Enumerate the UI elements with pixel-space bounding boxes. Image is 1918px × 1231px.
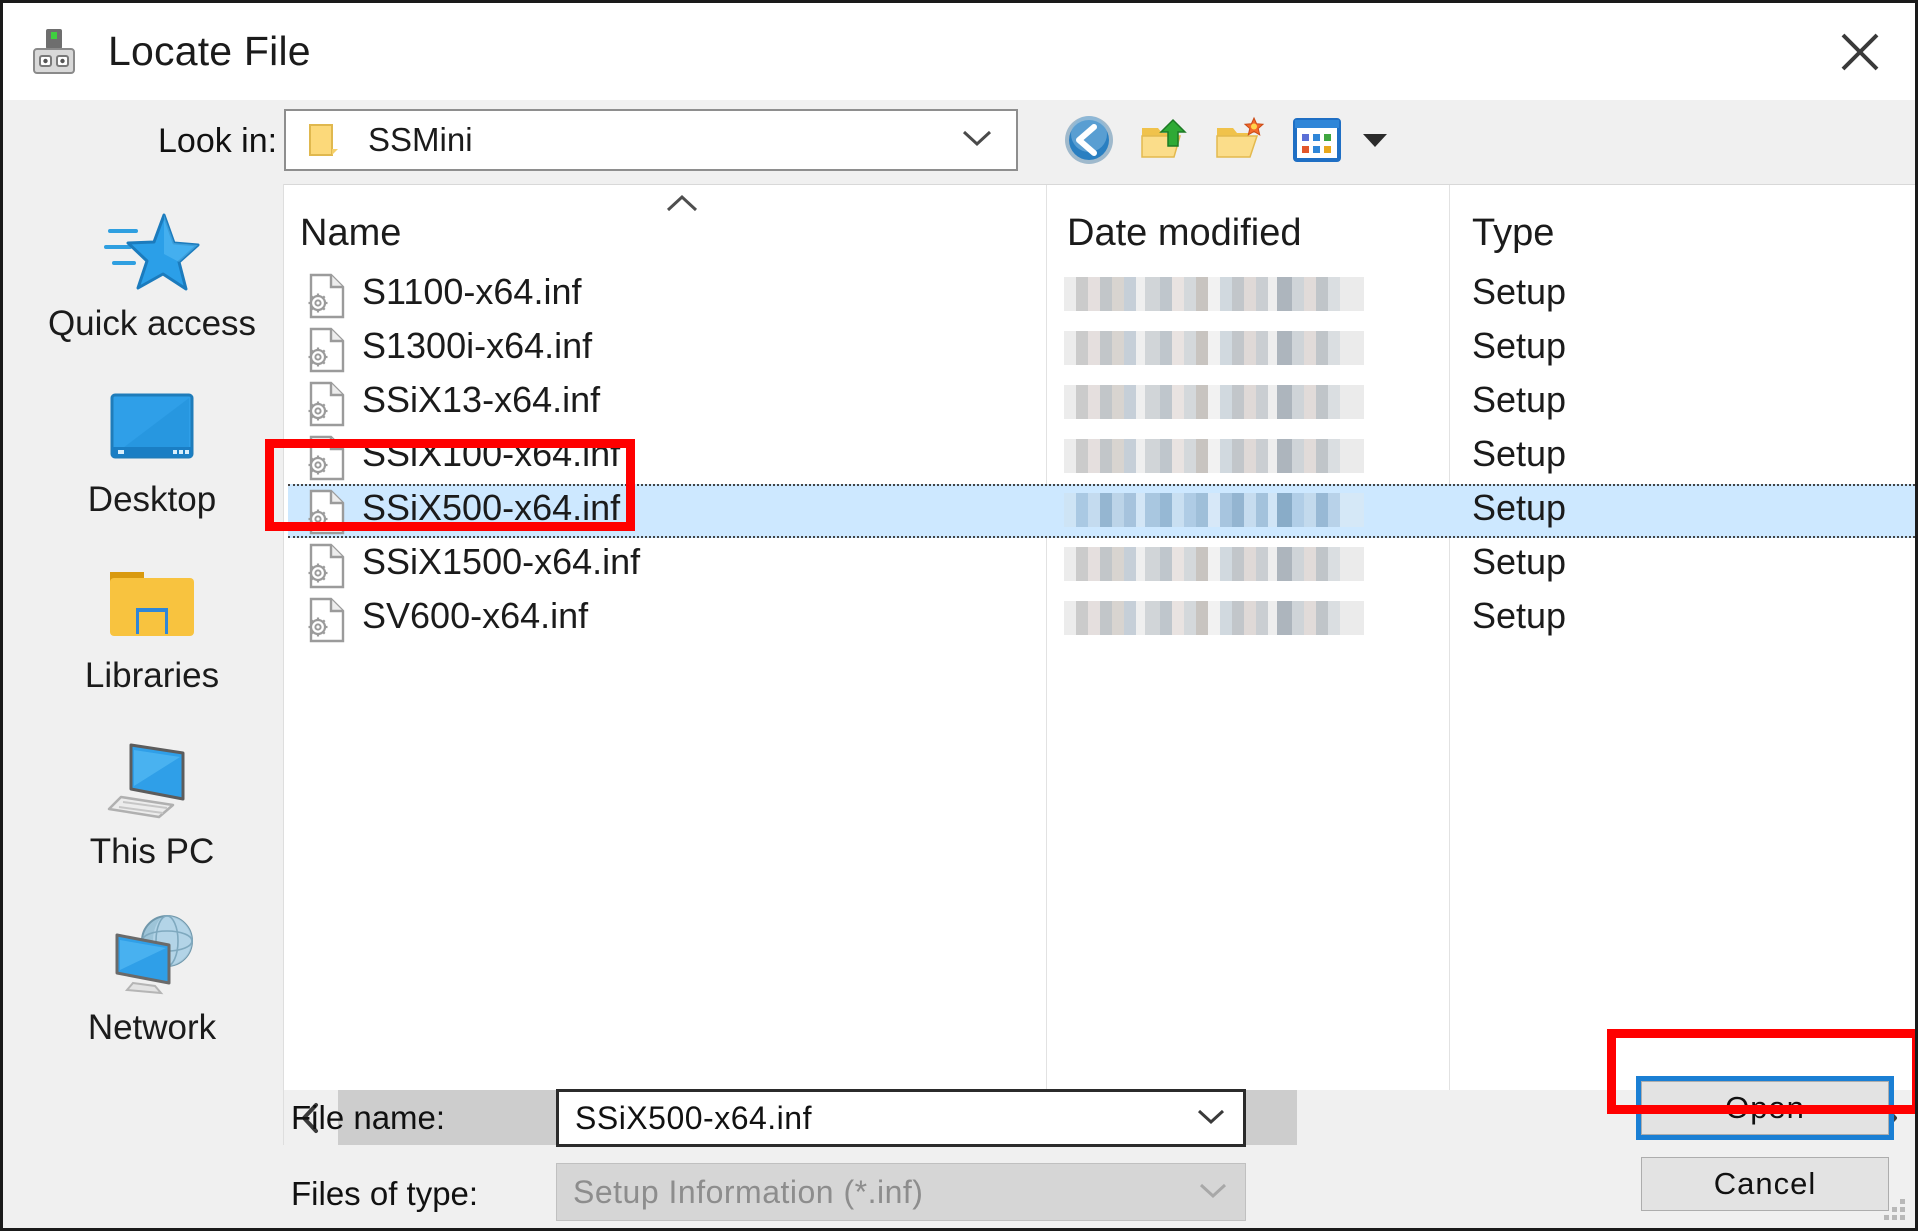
file-type-cell: Setup	[1472, 487, 1567, 528]
caret-down-icon	[1363, 134, 1387, 147]
inf-file-icon	[306, 543, 348, 589]
dialog-toolbar	[1051, 106, 1395, 174]
page-title: Locate File	[108, 28, 311, 74]
file-list-panel[interactable]: Name Date modified Type S1100-x64.inf Se…	[284, 184, 1915, 1145]
folder-icon	[308, 123, 346, 157]
date-modified-cell-redacted	[1064, 601, 1364, 635]
date-modified-cell-redacted	[1064, 547, 1364, 581]
dialog-body: Look in: SSMini Quick access Desktop Lib…	[3, 100, 1915, 1228]
file-name-cell: SSiX13-x64.inf	[362, 379, 601, 420]
new-folder-button[interactable]	[1203, 106, 1279, 174]
files-of-type-label: Files of type:	[291, 1175, 479, 1212]
date-modified-cell-redacted	[1064, 277, 1364, 311]
title-bar: Locate File	[3, 3, 1915, 100]
file-name-cell: SSiX1500-x64.inf	[362, 541, 641, 582]
table-row[interactable]: S1300i-x64.inf Setup	[284, 322, 1915, 376]
sort-ascending-chevron-icon	[662, 191, 702, 220]
file-name-cell: SSiX500-x64.inf	[362, 487, 621, 528]
close-icon	[1841, 33, 1879, 70]
network-globe-icon	[103, 908, 201, 1004]
views-dropdown-button[interactable]	[1355, 106, 1395, 174]
up-one-level-button[interactable]	[1127, 106, 1203, 174]
sidebar-item-label: Libraries	[84, 656, 220, 695]
inf-file-icon	[306, 435, 348, 481]
inf-file-icon	[306, 327, 348, 373]
file-type-cell: Setup	[1472, 379, 1567, 420]
back-button[interactable]	[1051, 106, 1127, 174]
chevron-down-icon[interactable]	[1195, 1106, 1227, 1131]
table-row[interactable]: SSiX13-x64.inf Setup	[284, 376, 1915, 430]
file-name-input[interactable]: SSiX500-x64.inf	[556, 1089, 1246, 1147]
locate-file-dialog: Locate File Look in: SSMini Quick access…	[0, 0, 1918, 1231]
chevron-down-icon[interactable]	[960, 127, 994, 154]
file-type-cell: Setup	[1472, 433, 1567, 474]
look-in-combobox[interactable]: SSMini	[284, 109, 1018, 171]
sidebar-item-network[interactable]: Network	[21, 908, 283, 1083]
inf-file-icon	[306, 489, 348, 535]
sidebar-item-this-pc[interactable]: This PC	[21, 732, 283, 907]
files-of-type-value: Setup Information (*.inf)	[573, 1173, 924, 1210]
chevron-down-icon[interactable]	[1197, 1180, 1229, 1205]
open-button[interactable]: Open	[1636, 1076, 1894, 1140]
table-row[interactable]: SSiX100-x64.inf Setup	[284, 430, 1915, 484]
date-modified-cell-redacted	[1064, 331, 1364, 365]
table-row[interactable]: SV600-x64.inf Setup	[284, 592, 1915, 646]
date-modified-cell-redacted	[1064, 439, 1364, 473]
this-pc-icon	[103, 732, 201, 828]
sidebar-item-quick-access[interactable]: Quick access	[21, 204, 283, 379]
table-row-selected[interactable]: SSiX500-x64.inf Setup	[284, 484, 1915, 538]
look-in-row: Look in: SSMini	[3, 100, 1915, 189]
up-folder-icon	[1141, 118, 1187, 158]
cancel-button[interactable]: Cancel	[1641, 1157, 1889, 1211]
libraries-folder-icon	[106, 556, 198, 652]
file-rows: S1100-x64.inf Setup S1300i-x64.inf Setup…	[284, 268, 1915, 646]
quick-access-star-icon	[104, 204, 200, 300]
new-folder-icon	[1216, 116, 1265, 158]
sidebar-item-desktop[interactable]: Desktop	[21, 380, 283, 555]
column-header-type[interactable]: Type	[1472, 212, 1554, 255]
sidebar-item-label: Quick access	[47, 304, 257, 343]
printer-device-icon	[27, 25, 81, 79]
views-grid-icon	[1293, 118, 1341, 162]
file-name-cell: S1300i-x64.inf	[362, 325, 593, 366]
views-button[interactable]	[1279, 106, 1355, 174]
file-name-value: SSiX500-x64.inf	[575, 1099, 812, 1136]
sidebar-item-libraries[interactable]: Libraries	[21, 556, 283, 731]
inf-file-icon	[306, 381, 348, 427]
file-type-cell: Setup	[1472, 325, 1567, 366]
inf-file-icon	[306, 273, 348, 319]
date-modified-cell-redacted	[1064, 385, 1364, 419]
table-row[interactable]: S1100-x64.inf Setup	[284, 268, 1915, 322]
date-modified-cell-redacted	[1064, 493, 1364, 527]
places-bar: Quick access Desktop Libraries This PC N…	[21, 184, 284, 1145]
inf-file-icon	[306, 597, 348, 643]
file-type-cell: Setup	[1472, 541, 1567, 582]
sidebar-item-label: Desktop	[87, 480, 217, 519]
file-name-label: File name:	[291, 1099, 446, 1136]
sidebar-item-label: Network	[87, 1008, 217, 1047]
desktop-monitor-icon	[107, 380, 197, 476]
look-in-value: SSMini	[368, 121, 473, 158]
column-header-date-modified[interactable]: Date modified	[1067, 212, 1301, 255]
files-of-type-dropdown[interactable]: Setup Information (*.inf)	[556, 1163, 1246, 1221]
column-header-name[interactable]: Name	[300, 212, 401, 255]
back-arrow-icon	[1065, 116, 1113, 164]
table-row[interactable]: SSiX1500-x64.inf Setup	[284, 538, 1915, 592]
resize-grip[interactable]	[1879, 1194, 1905, 1220]
file-type-cell: Setup	[1472, 595, 1567, 636]
file-name-cell: SSiX100-x64.inf	[362, 433, 621, 474]
file-name-cell: S1100-x64.inf	[362, 271, 582, 312]
file-name-cell: SV600-x64.inf	[362, 595, 589, 636]
file-type-cell: Setup	[1472, 271, 1567, 312]
dialog-footer: File name: SSiX500-x64.inf Files of type…	[3, 1076, 1915, 1228]
close-button[interactable]	[1805, 5, 1915, 99]
look-in-label: Look in:	[158, 122, 278, 160]
sidebar-item-label: This PC	[89, 832, 215, 871]
